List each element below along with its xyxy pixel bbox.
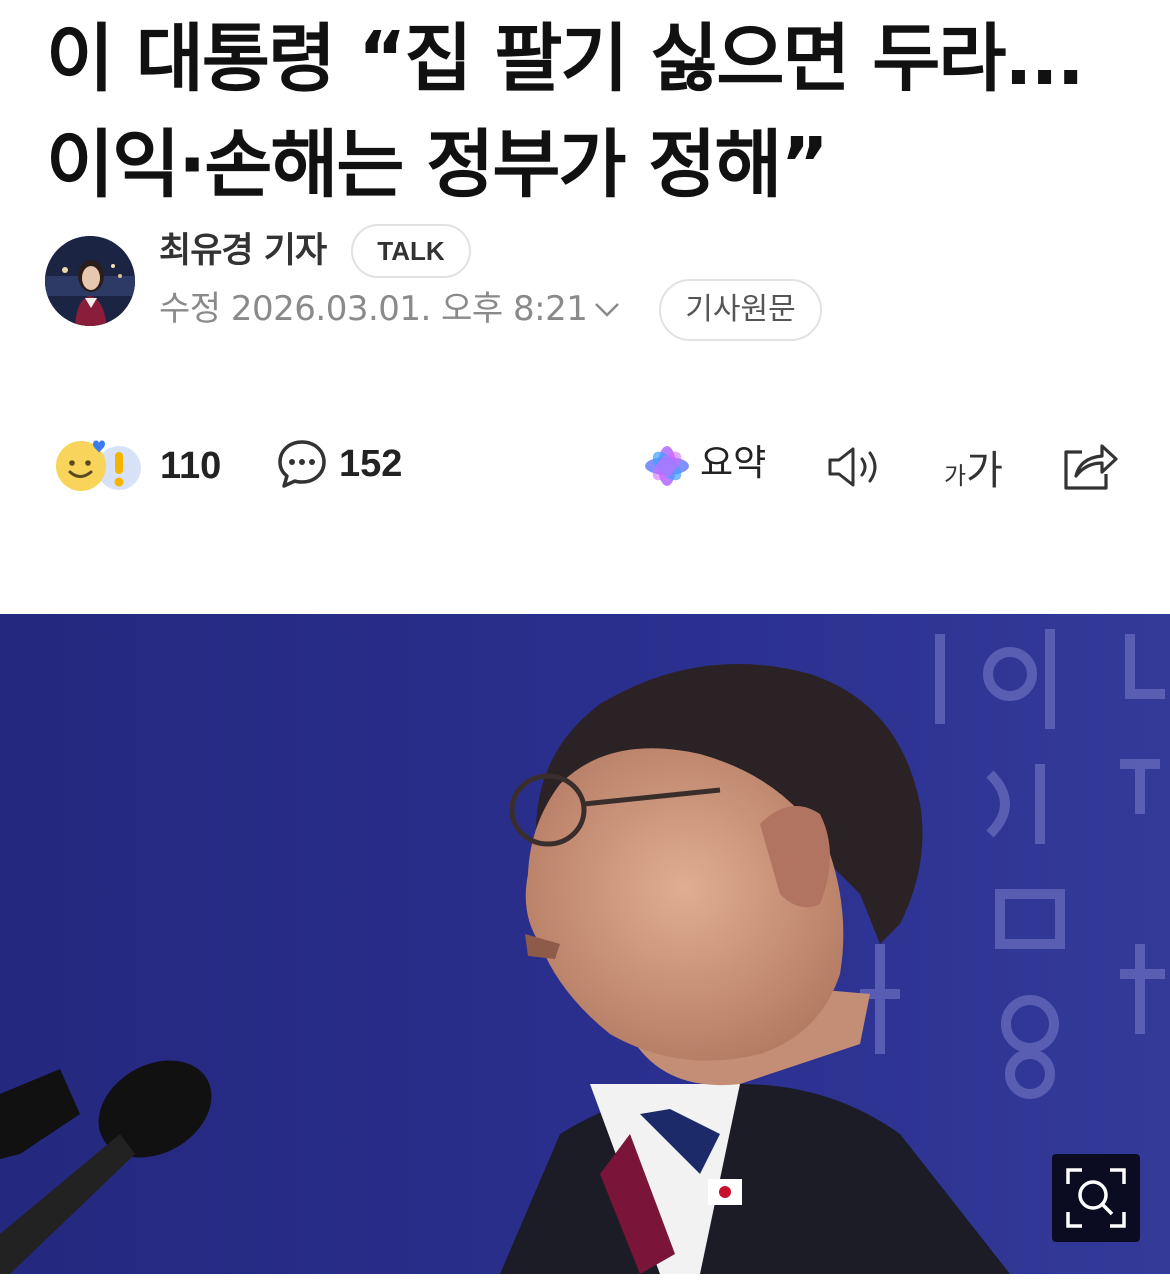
comment-count: 152: [339, 443, 403, 485]
speaker-icon[interactable]: [826, 444, 884, 494]
article-toolbar: 110 152 요약 가가: [0, 420, 1170, 510]
date-text: 수정 2026.03.01. 오후 8:21: [159, 289, 588, 329]
font-size-big-label: 가: [966, 448, 1003, 494]
ai-summary-icon[interactable]: [643, 444, 691, 492]
zoom-button[interactable]: [1052, 1154, 1140, 1242]
share-icon[interactable]: [1060, 440, 1120, 496]
chevron-down-icon: [593, 285, 621, 331]
article-date[interactable]: 수정 2026.03.01. 오후 8:21: [159, 286, 621, 332]
reaction-count: 110: [160, 445, 222, 487]
comment-icon[interactable]: [276, 438, 328, 494]
headline-line-2: 이익·손해는 정부가 정해”: [46, 122, 829, 208]
headline-line-1: 이 대통령 “집 팔기 싫으면 두라...: [46, 16, 1085, 102]
reaction-emoji-icon[interactable]: [53, 438, 145, 494]
font-size-small-label: 가: [944, 462, 967, 490]
original-article-button[interactable]: 기사원문: [659, 279, 822, 341]
reporter-name[interactable]: 최유경 기자: [159, 228, 327, 274]
zoom-icon: [1066, 1168, 1126, 1228]
font-size-button[interactable]: 가가: [944, 438, 1003, 496]
summary-button[interactable]: 요약: [700, 440, 766, 488]
talk-button[interactable]: TALK: [351, 224, 471, 278]
article-photo[interactable]: [0, 614, 1170, 1274]
reporter-avatar[interactable]: [45, 236, 135, 326]
article-headline: 이 대통령 “집 팔기 싫으면 두라... 이익·손해는 정부가 정해”: [46, 6, 1136, 218]
